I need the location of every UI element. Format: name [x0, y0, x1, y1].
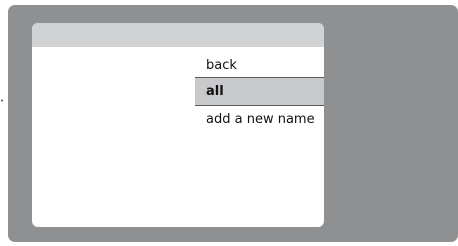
menu-item-all[interactable]: all — [195, 78, 324, 106]
name-selection-dialog: back all add a new name — [32, 23, 324, 227]
menu-item-add-new-name-label: add a new name — [206, 112, 315, 127]
menu-item-back-label: back — [206, 58, 237, 73]
menu-item-all-label: all — [206, 84, 224, 99]
menu-item-back[interactable]: back — [195, 54, 324, 78]
side-marker: • — [0, 97, 5, 105]
dialog-header-bar — [32, 23, 324, 47]
options-menu: back all add a new name — [195, 54, 324, 132]
menu-item-add-new-name[interactable]: add a new name — [195, 108, 324, 132]
screen: • back all add a new name — [0, 0, 458, 246]
